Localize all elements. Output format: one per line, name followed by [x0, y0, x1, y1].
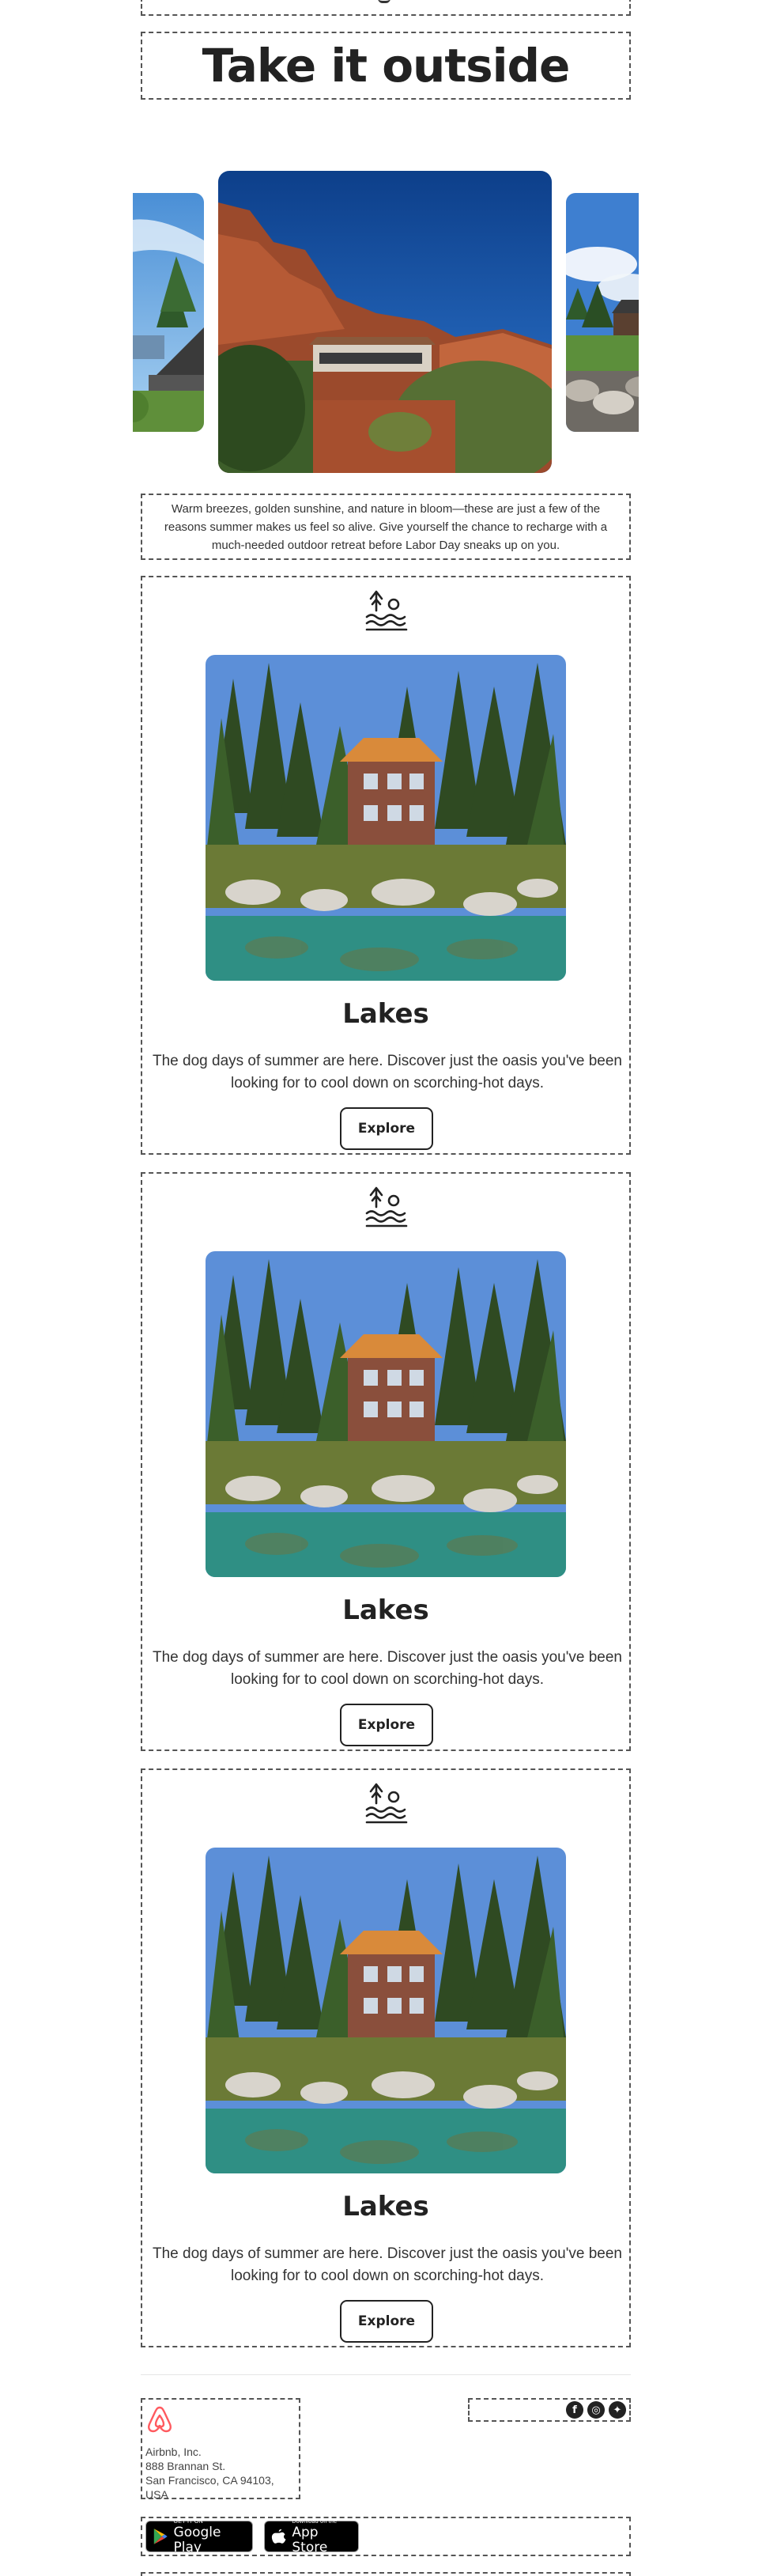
destination-card: Lakes The dog days of summer are here. D…: [141, 1768, 631, 2347]
address-line: San Francisco, CA 94103,: [145, 2474, 274, 2487]
address-line: Airbnb, Inc.: [145, 2445, 202, 2458]
card-description: The dog days of summer are here. Discove…: [153, 2245, 622, 2284]
carousel-slide-previous[interactable]: [133, 193, 204, 432]
photo-carousel[interactable]: [133, 169, 639, 475]
facebook-icon[interactable]: f: [566, 2401, 583, 2419]
intro-box: Warm breezes, golden sunshine, and natur…: [141, 494, 631, 560]
destination-card: Lakes The dog days of summer are here. D…: [141, 1172, 631, 1751]
address-line: USA: [145, 2488, 168, 2501]
address-box: Airbnb, Inc. 888 Brannan St. San Francis…: [141, 2398, 300, 2501]
lake-house-photo[interactable]: [206, 1848, 566, 2173]
cabin-forest-photo: [133, 193, 204, 432]
card-title: Lakes: [342, 998, 429, 1030]
lake-house-photo[interactable]: [206, 1251, 566, 1577]
next-section-box: [141, 2572, 631, 2576]
explore-button[interactable]: Explore: [340, 1107, 433, 1150]
instagram-icon[interactable]: ◎: [587, 2401, 605, 2419]
previous-section-box: [141, 0, 631, 16]
app-badges: GET IT ON Google Play Download on the Ap…: [141, 2517, 631, 2556]
lake-icon: [365, 1783, 408, 1824]
carousel-slide-next[interactable]: [566, 193, 639, 432]
page-title: Take it outside: [202, 39, 571, 93]
cropped-glyph: [378, 0, 390, 3]
lake-house-photo[interactable]: [206, 655, 566, 981]
explore-button[interactable]: Explore: [340, 2300, 433, 2343]
carousel-slide-current[interactable]: [218, 171, 552, 473]
google-play-icon: [153, 2529, 168, 2544]
lake-icon: [365, 1186, 408, 1227]
airbnb-logo-icon[interactable]: [145, 2404, 174, 2434]
lake-icon: [365, 590, 408, 631]
card-description: The dog days of summer are here. Discove…: [153, 1649, 622, 1688]
google-play-button[interactable]: GET IT ON Google Play: [145, 2519, 253, 2555]
card-title: Lakes: [342, 1594, 429, 1626]
lakeside-photo: [566, 193, 639, 432]
google-play-label: Google Play: [173, 2524, 221, 2555]
desert-house-photo: [218, 171, 552, 473]
headline-box: Take it outside: [141, 32, 631, 100]
footer-divider: [141, 2374, 631, 2375]
card-title: Lakes: [342, 2191, 429, 2222]
explore-button[interactable]: Explore: [340, 1704, 433, 1746]
app-store-label: App Store: [292, 2524, 328, 2555]
twitter-icon[interactable]: ✦: [609, 2401, 626, 2419]
card-description: The dog days of summer are here. Discove…: [153, 1053, 622, 1091]
intro-text: Warm breezes, golden sunshine, and natur…: [164, 501, 608, 552]
address-line: 888 Brannan St.: [145, 2460, 226, 2472]
apple-icon: [271, 2529, 286, 2544]
social-links: f ◎ ✦: [468, 2398, 631, 2422]
app-store-button[interactable]: Download on the App Store: [264, 2519, 359, 2555]
destination-card: Lakes The dog days of summer are here. D…: [141, 576, 631, 1155]
